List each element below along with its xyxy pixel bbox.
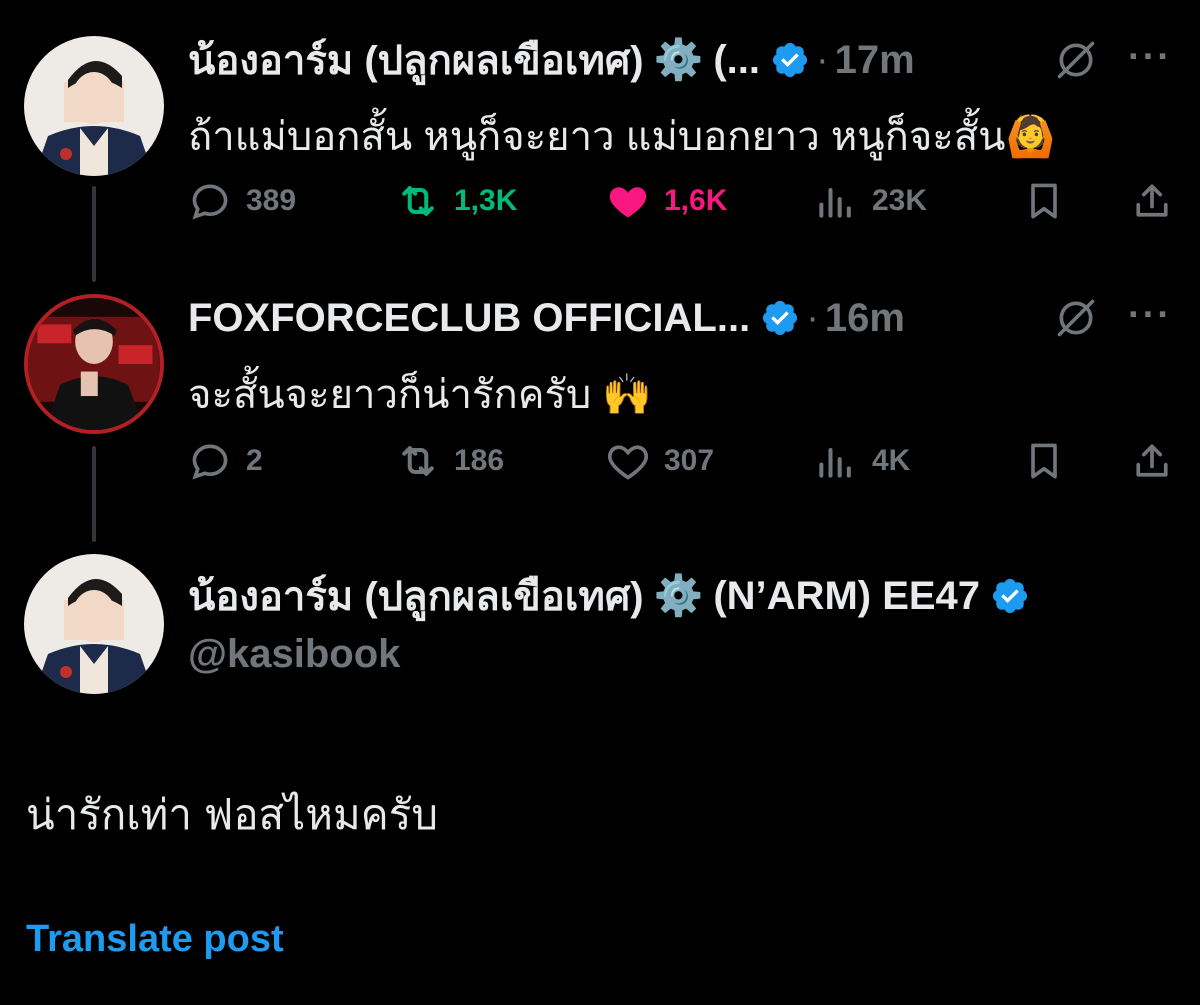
repost-count: 186: [454, 444, 505, 477]
share-button[interactable]: [1130, 436, 1174, 486]
share-icon: [1136, 184, 1168, 217]
author-name-suffix[interactable]: (...: [713, 38, 760, 83]
reply-icon: [192, 444, 228, 480]
more-options-icon[interactable]: ···: [1128, 36, 1172, 79]
author-name[interactable]: น้องอาร์ม (ปลูกผลเขือเทศ): [188, 28, 644, 92]
action-bar: 2 186 307 4K: [188, 436, 1178, 486]
avatar[interactable]: [24, 36, 164, 176]
share-icon: [1136, 444, 1168, 477]
reply-button[interactable]: 2: [188, 436, 263, 486]
separator-dot: ·: [816, 38, 829, 81]
repost-button[interactable]: 186: [396, 436, 504, 486]
views-button[interactable]: 23K: [814, 176, 927, 226]
repost-icon: [402, 446, 434, 476]
post-time[interactable]: 17m: [835, 38, 915, 83]
grok-icon[interactable]: [1054, 38, 1098, 82]
avatar-image: [28, 298, 160, 430]
repost-count: 1,3K: [454, 184, 518, 217]
repost-button[interactable]: 1,3K: [396, 176, 517, 226]
action-bar: 389 1,3K 1,6K 23K: [188, 176, 1178, 226]
share-button[interactable]: [1130, 176, 1174, 226]
post-header: น้องอาร์ม (ปลูกผลเขือเทศ) ⚙️ (... · 17m: [188, 34, 915, 86]
post-text: จะสั้นจะยาวก็น่ารักครับ 🙌: [188, 373, 653, 417]
bookmark-button[interactable]: [1022, 176, 1066, 226]
views-button[interactable]: 4K: [814, 436, 910, 486]
author-name[interactable]: FOXFORCECLUB OFFICIAL...: [188, 296, 750, 341]
thread-line-1: [92, 186, 96, 282]
bookmark-icon: [1031, 443, 1057, 479]
thread-line-2: [92, 446, 96, 542]
avatar-image: [24, 554, 164, 694]
grok-icon[interactable]: [1054, 296, 1098, 340]
avatar-image: [24, 36, 164, 176]
translate-post-link[interactable]: Translate post: [26, 918, 284, 961]
like-count: 307: [664, 444, 715, 477]
more-options-icon[interactable]: ···: [1128, 294, 1172, 337]
views-icon: [819, 187, 851, 218]
separator-dot: ·: [806, 296, 819, 339]
reply-count: 2: [246, 444, 263, 477]
repost-icon: [402, 186, 434, 216]
like-count: 1,6K: [664, 184, 728, 217]
gear-icon: ⚙️: [653, 38, 704, 82]
author-name-suffix[interactable]: (N’ARM) EE47: [713, 574, 980, 619]
verified-badge-icon: [763, 300, 798, 336]
post-time[interactable]: 16m: [825, 296, 905, 341]
reply-icon: [192, 184, 228, 220]
views-count: 4K: [872, 444, 911, 477]
avatar[interactable]: [24, 294, 164, 434]
reply-button[interactable]: 389: [188, 176, 296, 226]
like-button[interactable]: 307: [606, 436, 714, 486]
verified-badge-icon: [772, 42, 808, 78]
avatar[interactable]: [24, 554, 164, 694]
main-post-header: น้องอาร์ม (ปลูกผลเขือเทศ) ⚙️ (N’ARM) EE4…: [188, 570, 1030, 622]
views-icon: [819, 447, 851, 478]
bookmark-button[interactable]: [1022, 436, 1066, 486]
bookmark-icon: [1031, 183, 1057, 219]
main-post-text: น่ารักเท่า ฟอสไหมครับ: [26, 791, 438, 838]
like-button[interactable]: 1,6K: [606, 176, 727, 226]
author-handle[interactable]: @kasibook: [188, 632, 400, 677]
verified-badge-icon: [992, 578, 1028, 614]
gear-icon: ⚙️: [653, 574, 704, 618]
post-header: FOXFORCECLUB OFFICIAL... · 16m: [188, 292, 905, 344]
reply-count: 389: [246, 184, 297, 217]
views-count: 23K: [872, 184, 928, 217]
author-name[interactable]: น้องอาร์ม (ปลูกผลเขือเทศ): [188, 564, 644, 628]
post-text: ถ้าแม่บอกสั้น หนูก็จะยาว แม่บอกยาว หนูก็…: [188, 115, 1056, 159]
heart-icon: [609, 187, 647, 218]
heart-icon: [607, 445, 649, 480]
